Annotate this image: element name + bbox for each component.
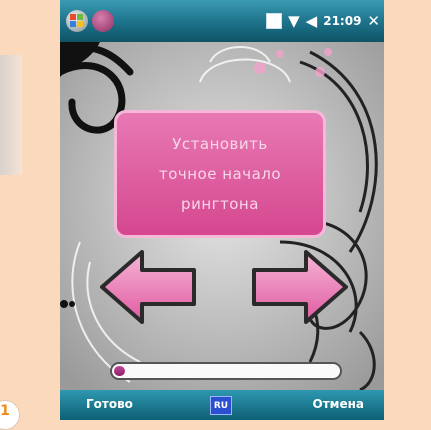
ringtone-position-bar[interactable]: [110, 362, 342, 380]
progress-fill: [114, 366, 125, 376]
signal-icon[interactable]: ▼: [288, 13, 300, 29]
input-language-indicator[interactable]: RU: [210, 396, 232, 415]
connection-icon[interactable]: [266, 13, 283, 29]
instruction-line-3: рингтона: [181, 195, 259, 213]
arrow-left-icon[interactable]: [98, 248, 198, 326]
device-screen: ▼ ◀ 21:09 ✕ Установить точное начало рин…: [60, 0, 384, 420]
instruction-box: Установить точное начало рингтона: [114, 110, 326, 238]
cancel-softkey[interactable]: Отмена: [313, 397, 365, 411]
windows-start-icon[interactable]: [66, 10, 88, 32]
instruction-line-2: точное начало: [158, 165, 282, 183]
system-tray: ▼ ◀ 21:09 ✕: [266, 10, 380, 32]
instruction-line-1: Установить: [172, 135, 268, 153]
volume-icon[interactable]: ◀: [306, 13, 318, 29]
done-softkey[interactable]: Готово: [86, 397, 133, 411]
clock[interactable]: 21:09: [323, 14, 361, 28]
close-icon[interactable]: ✕: [367, 13, 380, 29]
title-bar: ▼ ◀ 21:09 ✕: [60, 0, 384, 42]
left-fade-decoration: [0, 55, 22, 175]
ringtone-editor-canvas: Установить точное начало рингтона: [60, 42, 384, 390]
arrow-right-icon[interactable]: [250, 248, 350, 326]
app-icon[interactable]: [92, 10, 114, 32]
softkey-bar: Готово RU Отмена: [60, 390, 384, 420]
